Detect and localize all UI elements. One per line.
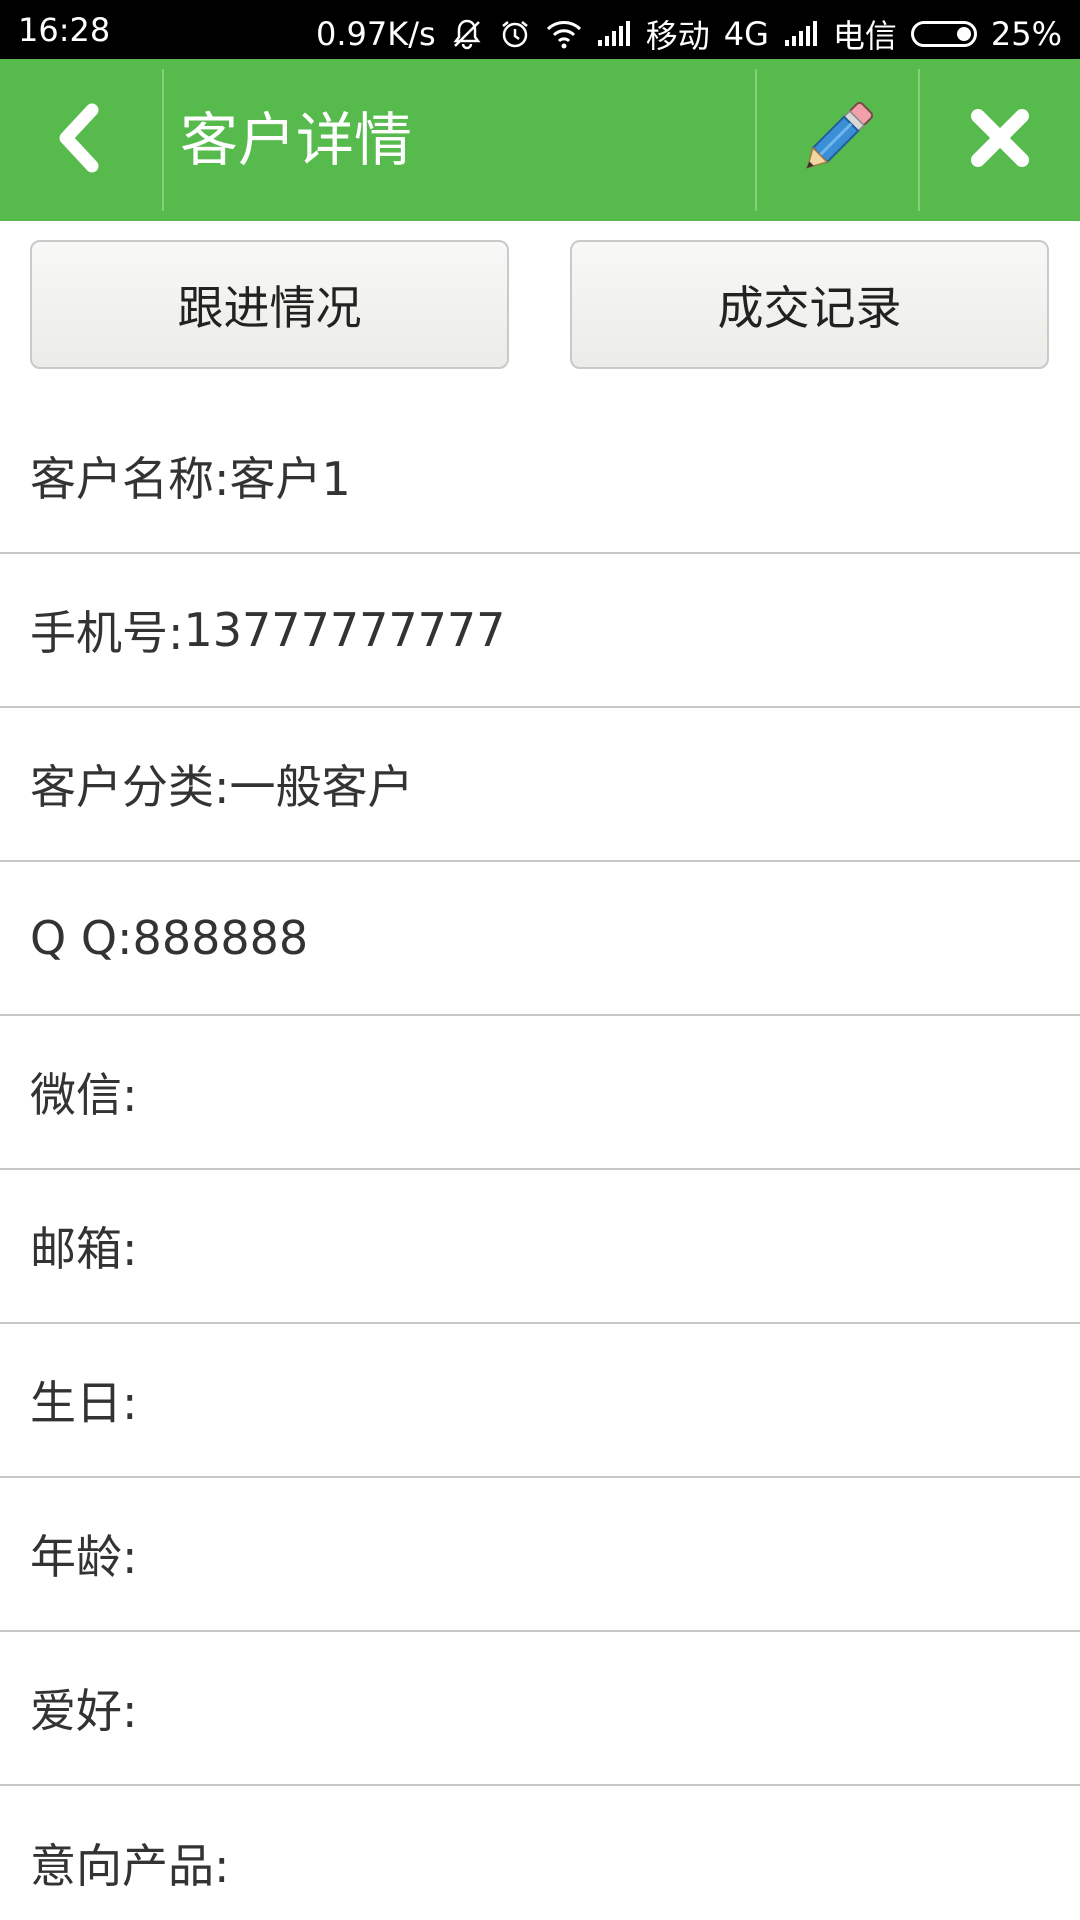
info-row-qq: Q Q: 888888 (0, 862, 1080, 1016)
signal-icon (596, 20, 632, 48)
info-row-phone: 手机号: 13777777777 (0, 554, 1080, 708)
battery-icon (910, 21, 977, 47)
page-title: 客户详情 (180, 106, 413, 174)
carrier-2: 电信 (832, 17, 897, 55)
info-row-birthday: 生日: (0, 1324, 1080, 1478)
close-button[interactable] (920, 59, 1080, 221)
field-label: 客户分类: (30, 760, 230, 814)
field-value: 一般客户 (229, 760, 414, 814)
deal-records-button[interactable]: 成交记录 (570, 240, 1049, 369)
info-row-category: 客户分类: 一般客户 (0, 708, 1080, 862)
field-label: 微信: (30, 1068, 138, 1122)
close-icon (970, 108, 1030, 172)
info-row-intended-product: 意向产品: (0, 1786, 1080, 1920)
network-type: 4G (723, 15, 769, 53)
signal-icon (783, 20, 819, 48)
field-label: 意向产品: (30, 1839, 230, 1893)
alarm-icon (498, 17, 532, 51)
field-label: 爱好: (30, 1684, 138, 1738)
field-label: 生日: (30, 1376, 138, 1430)
info-row-customer-name: 客户名称: 客户1 (0, 400, 1080, 554)
field-value: 客户1 (229, 452, 351, 506)
info-row-age: 年龄: (0, 1478, 1080, 1632)
field-label: Q Q: (30, 911, 133, 965)
customer-info-list: 客户名称: 客户1 手机号: 13777777777 客户分类: 一般客户 Q Q: 8… (0, 400, 1080, 1920)
status-bar: 16:28 0.97K/s 移动 4G 电信 25% (0, 0, 1080, 59)
status-right-group: 0.97K/s 移动 4G 电信 25% (316, 11, 1062, 57)
field-label: 手机号: (30, 606, 184, 660)
info-row-email: 邮箱: (0, 1170, 1080, 1324)
field-label: 客户名称: (30, 452, 230, 506)
info-row-hobby: 爱好: (0, 1632, 1080, 1786)
wifi-icon (546, 19, 582, 49)
info-row-wechat: 微信: (0, 1016, 1080, 1170)
field-value: 13777777777 (183, 603, 506, 657)
field-label: 年龄: (30, 1530, 138, 1584)
header-divider (162, 69, 164, 211)
net-speed: 0.97K/s (316, 15, 436, 53)
field-label: 邮箱: (30, 1222, 138, 1276)
chevron-left-icon (52, 102, 108, 178)
battery-fill (956, 27, 971, 41)
carrier-1: 移动 (645, 17, 710, 55)
follow-up-button[interactable]: 跟进情况 (30, 240, 509, 369)
battery-percent: 25% (990, 15, 1062, 53)
edit-button[interactable] (757, 59, 917, 221)
pencil-icon (789, 90, 885, 190)
field-value: 888888 (132, 911, 309, 965)
header-bar: 客户详情 (0, 59, 1080, 221)
status-time: 16:28 (18, 11, 111, 49)
mute-icon (450, 17, 484, 51)
back-button[interactable] (0, 59, 160, 221)
